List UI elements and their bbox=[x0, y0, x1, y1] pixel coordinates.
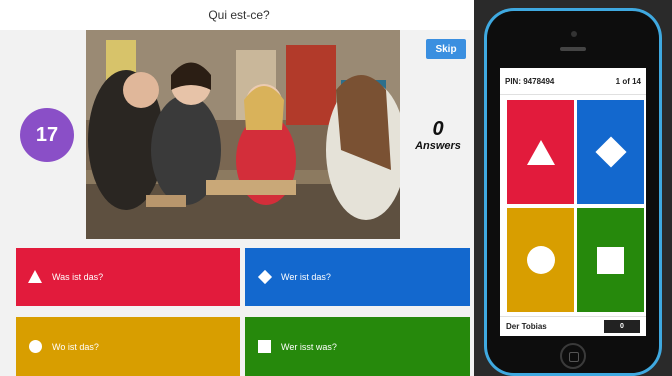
phone-screen: PIN: 9478494 1 of 14 Der Tobias 0 bbox=[500, 68, 646, 336]
phone-status-bar: PIN: 9478494 1 of 14 bbox=[500, 68, 646, 95]
game-pin: PIN: 9478494 bbox=[505, 76, 555, 86]
answer-option-red[interactable]: Was ist das? bbox=[16, 248, 240, 306]
square-icon bbox=[597, 246, 624, 274]
player-bar: Der Tobias 0 bbox=[500, 316, 646, 336]
answer-label: Wer isst was? bbox=[281, 341, 337, 352]
answer-option-yellow[interactable]: Wo ist das? bbox=[16, 317, 240, 376]
question-title: Qui est-ce? bbox=[0, 0, 478, 30]
answer-option-blue[interactable]: Wer ist das? bbox=[245, 248, 470, 306]
triangle-icon bbox=[28, 269, 44, 285]
answer-label: Wo ist das? bbox=[52, 341, 99, 352]
speaker-grille bbox=[560, 47, 586, 51]
answer-tile-red[interactable] bbox=[507, 100, 574, 204]
player-name: Der Tobias bbox=[506, 322, 547, 331]
answer-label: Was ist das? bbox=[52, 272, 104, 282]
square-icon bbox=[257, 339, 273, 355]
player-score: 0 bbox=[604, 320, 640, 333]
question-progress: 1 of 14 bbox=[615, 76, 641, 86]
smartphone: PIN: 9478494 1 of 14 Der Tobias 0 bbox=[484, 8, 662, 376]
answers-counter: 0 Answers bbox=[410, 118, 466, 152]
answer-label: Wer ist das? bbox=[281, 272, 331, 282]
presenter-screen: Qui est-ce? 17 Skip 0 Answers Was ist da… bbox=[0, 0, 478, 376]
answers-count: 0 bbox=[432, 118, 444, 140]
home-button[interactable] bbox=[560, 343, 586, 369]
answer-tile-green[interactable] bbox=[577, 208, 644, 312]
circle-icon bbox=[28, 339, 44, 355]
diamond-icon bbox=[257, 269, 273, 285]
phone-body: PIN: 9478494 1 of 14 Der Tobias 0 bbox=[487, 11, 659, 373]
answer-tile-blue[interactable] bbox=[577, 100, 644, 204]
camera-icon bbox=[571, 31, 577, 37]
countdown-timer: 17 bbox=[20, 108, 74, 162]
circle-icon bbox=[526, 246, 555, 274]
diamond-icon bbox=[594, 136, 627, 168]
answer-tile-yellow[interactable] bbox=[507, 208, 574, 312]
answer-option-green[interactable]: Wer isst was? bbox=[245, 317, 470, 376]
answers-label: Answers bbox=[415, 140, 461, 152]
skip-button[interactable]: Skip bbox=[426, 39, 466, 59]
question-image bbox=[86, 30, 400, 239]
triangle-icon bbox=[526, 139, 555, 165]
